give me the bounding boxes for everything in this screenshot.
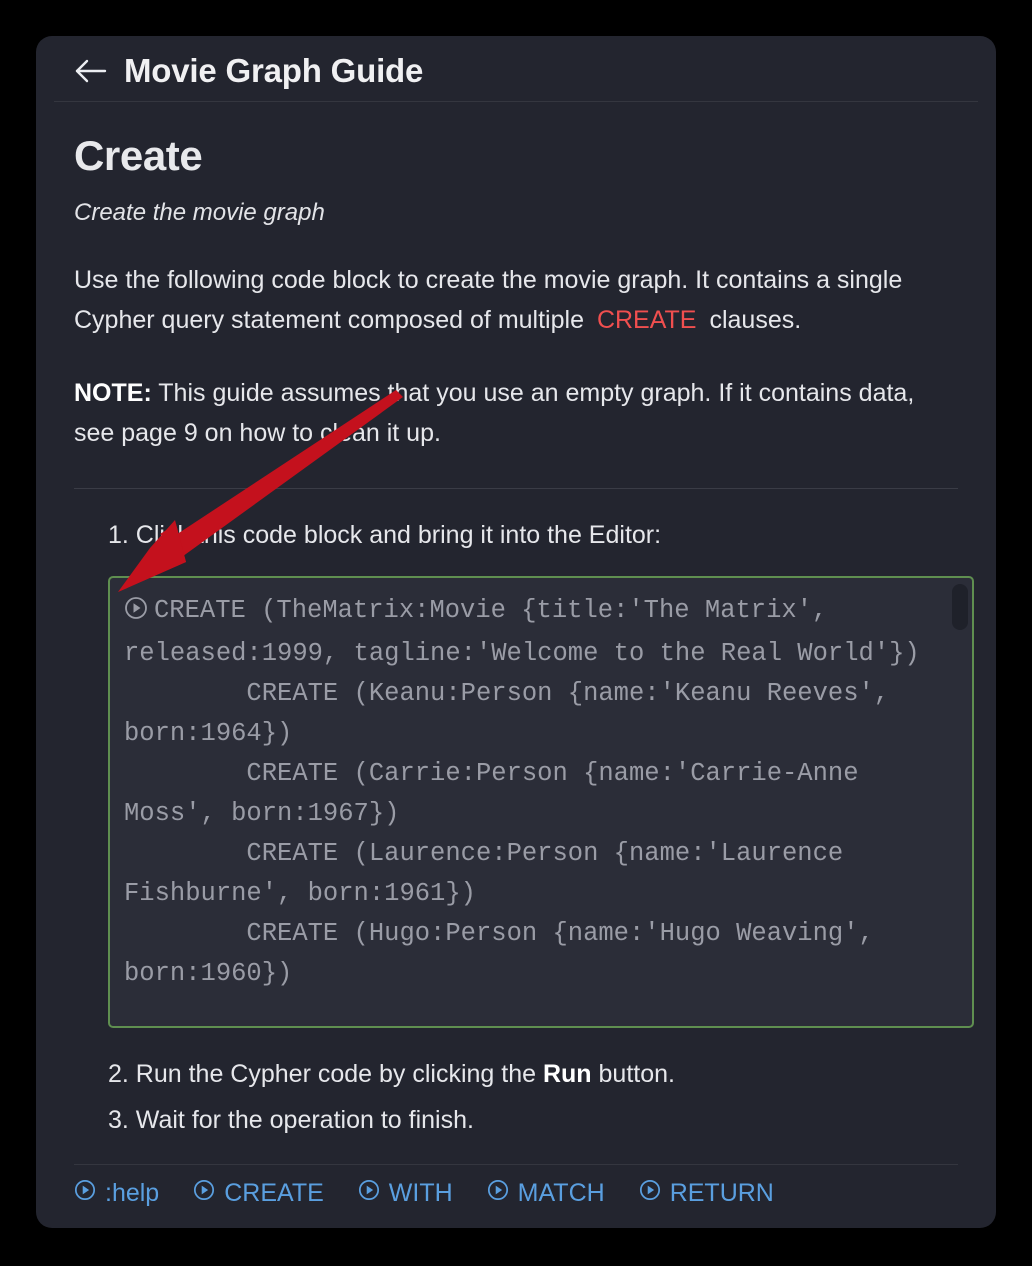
code-block-content-wrapper: CREATE (TheMatrix:Movie {title:'The Matr…	[110, 578, 972, 994]
section-subtitle: Create the movie graph	[74, 199, 325, 227]
footer-link-label: :help	[105, 1179, 160, 1207]
step-2-text-pre: 2. Run the Cypher code by clicking the	[108, 1060, 537, 1089]
inline-code-create: CREATE	[596, 306, 697, 335]
step-2: 2. Run the Cypher code by clicking the R…	[108, 1056, 958, 1094]
code-block-text: CREATE (TheMatrix:Movie {title:'The Matr…	[124, 596, 920, 989]
page-title: Movie Graph Guide	[124, 52, 424, 89]
guide-body: Create Create the movie graph Use the fo…	[36, 102, 996, 1139]
footer-link-with[interactable]: WITH	[358, 1179, 453, 1208]
section-heading: Create	[74, 132, 203, 179]
content-divider	[74, 487, 958, 489]
note-paragraph: NOTE: This guide assumes that you use an…	[74, 373, 958, 454]
footer-link-label: CREATE	[224, 1179, 324, 1207]
note-text: This guide assumes that you use an empty…	[74, 378, 915, 448]
play-circle-icon	[358, 1179, 380, 1208]
footer-link-label: WITH	[388, 1179, 453, 1207]
intro-text-part2: clauses.	[709, 306, 802, 335]
footer-link-label: MATCH	[517, 1179, 605, 1207]
run-button-reference: Run	[542, 1060, 592, 1089]
footer-link-create[interactable]: CREATE	[193, 1179, 324, 1208]
footer-link-return[interactable]: RETURN	[639, 1179, 774, 1208]
step-1: 1. Click this code block and bring it in…	[108, 520, 662, 549]
step-2-text-post: button.	[598, 1060, 675, 1089]
back-arrow-icon[interactable]	[74, 57, 108, 85]
movie-graph-guide-card: Movie Graph Guide Create Create the movi…	[36, 36, 996, 1228]
footer-link-label: RETURN	[669, 1179, 774, 1207]
note-label: NOTE:	[74, 378, 152, 407]
step-3: 3. Wait for the operation to finish.	[108, 1105, 474, 1134]
footer-link-help[interactable]: :help	[74, 1179, 159, 1208]
cypher-code-block[interactable]: CREATE (TheMatrix:Movie {title:'The Matr…	[108, 576, 974, 1029]
play-circle-icon	[487, 1179, 509, 1208]
guide-header: Movie Graph Guide	[54, 36, 978, 102]
code-block-scrollbar[interactable]	[952, 584, 968, 631]
play-circle-icon[interactable]	[124, 594, 148, 634]
footer-link-match[interactable]: MATCH	[487, 1179, 605, 1208]
guide-footer: :help CREATE WITH MATCH RETURN	[74, 1164, 958, 1208]
play-circle-icon	[193, 1179, 215, 1208]
play-circle-icon	[639, 1179, 661, 1208]
play-circle-icon	[74, 1179, 96, 1208]
intro-paragraph: Use the following code block to create t…	[74, 260, 958, 341]
